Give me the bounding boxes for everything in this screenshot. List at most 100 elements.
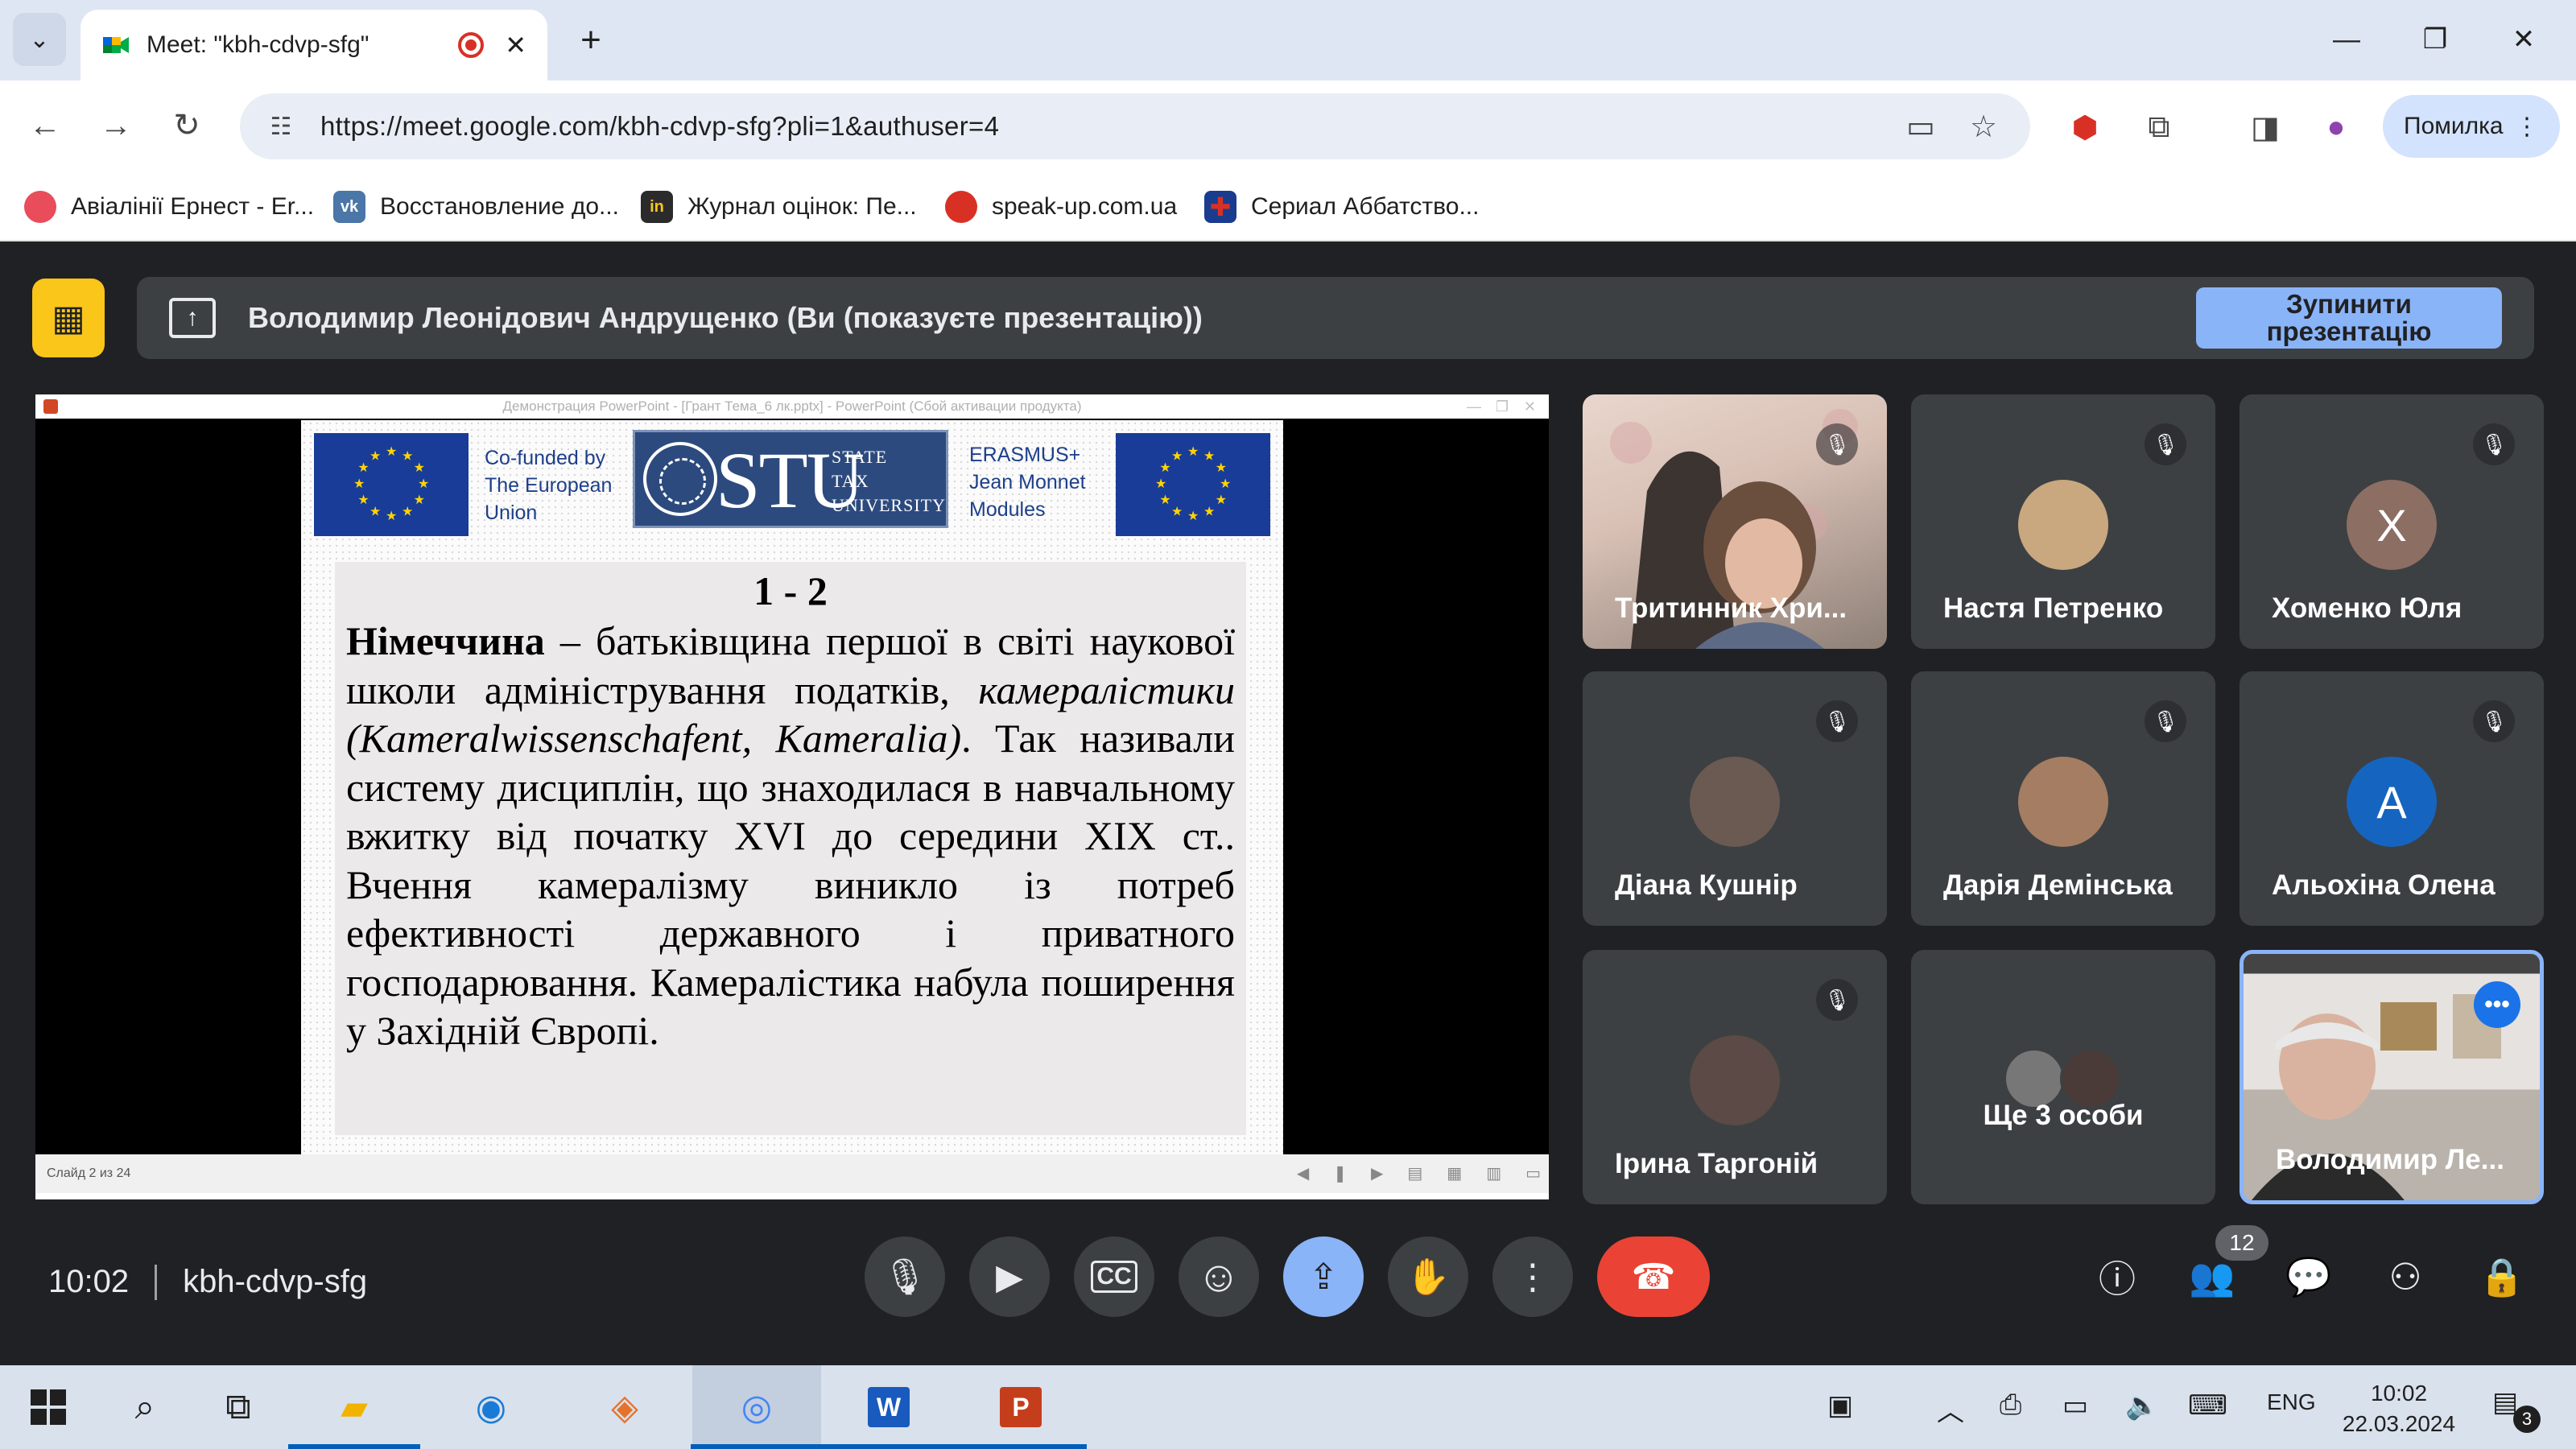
yandex-browser-icon[interactable]: ◈ xyxy=(592,1377,657,1438)
site-info-icon[interactable]: ☷ xyxy=(262,108,299,145)
presentation-hidden-icon[interactable]: ▦ xyxy=(32,279,105,357)
slide-body: Німеччина – батьківщина першої в світі н… xyxy=(346,617,1235,1055)
restore-window-button[interactable]: ❐ xyxy=(2399,11,2471,68)
close-window-button[interactable]: ✕ xyxy=(2487,11,2560,68)
lock-icon: 🔒 xyxy=(2479,1255,2525,1298)
file-explorer-icon[interactable]: ▰ xyxy=(288,1377,420,1449)
eu-star-icon: ★ xyxy=(1159,493,1171,507)
more-options-icon[interactable]: ••• xyxy=(2474,981,2520,1028)
pp-restore-icon: ❐ xyxy=(1495,398,1509,415)
url-text[interactable]: https://meet.google.com/kbh-cdvp-sfg?pli… xyxy=(320,111,1882,142)
stu-sub-line: TAX xyxy=(832,471,869,491)
tab-meet[interactable]: Meet: "kbh-cdvp-sfg" ✕ xyxy=(80,10,547,80)
eu-stars-icon: ★ ★ ★ ★ ★ ★ ★ ★ ★ ★ ★ ★ xyxy=(1153,444,1233,525)
participant-count-badge: 12 xyxy=(2215,1225,2268,1261)
powerpoint-status-bar: Слайд 2 из 24 ◀ ❚ ▶ ▤ ▦ ▥ ▭ xyxy=(35,1154,1549,1193)
cofunded-line: Union xyxy=(485,502,538,524)
address-bar[interactable]: ☷ https://meet.google.com/kbh-cdvp-sfg?p… xyxy=(240,93,2030,159)
mic-muted-icon: 🎙 xyxy=(1816,979,1858,1021)
microphone-button[interactable]: 🎙 xyxy=(865,1236,945,1317)
stop-presenting-label: Зупинити xyxy=(2286,289,2412,319)
camera-button[interactable]: ▶ xyxy=(969,1236,1050,1317)
bookmark-item[interactable]: vk Восстановление до... xyxy=(333,188,619,225)
back-button[interactable]: ← xyxy=(19,100,71,151)
search-icon[interactable]: ⌕ xyxy=(113,1377,177,1438)
participant-tile[interactable]: 🎙 Ірина Таргоній xyxy=(1583,950,1887,1204)
eu-star-icon: ★ xyxy=(413,493,425,507)
new-tab-button[interactable]: + xyxy=(568,18,613,63)
eu-stars-icon: ★ ★ ★ ★ ★ ★ ★ ★ ★ ★ ★ ★ xyxy=(351,444,431,525)
notifications-icon[interactable]: ▤ 3 xyxy=(2492,1386,2541,1433)
more-vert-icon: ⋮ xyxy=(1515,1257,1550,1297)
profile-error-button[interactable]: Помилка ⋮ xyxy=(2383,95,2560,158)
leave-call-button[interactable]: ☎ xyxy=(1597,1236,1710,1317)
participant-tile[interactable]: 🎙 Настя Петренко xyxy=(1911,394,2215,649)
bookmark-item[interactable]: ✚ Сериал Аббатство... xyxy=(1204,188,1479,225)
activities-button[interactable]: ⚇ xyxy=(2373,1245,2438,1309)
participant-tile[interactable]: 🎙 Дарія Демінська xyxy=(1911,671,2215,926)
captions-button[interactable]: CC xyxy=(1074,1236,1154,1317)
camera-in-use-icon[interactable]: ▭ xyxy=(1897,102,1945,151)
mic-muted-icon: 🎙 xyxy=(2145,700,2186,742)
profile-avatar-icon[interactable]: ● xyxy=(2312,103,2360,151)
reactions-button[interactable]: ☺ xyxy=(1179,1236,1259,1317)
more-participants-tile[interactable]: Ще 3 особи xyxy=(1911,950,2215,1204)
bookmark-favicon-icon xyxy=(24,191,56,223)
language-indicator[interactable]: ENG xyxy=(2267,1389,2316,1415)
participant-tile[interactable]: 🎙 Діана Кушнір xyxy=(1583,671,1887,926)
eu-star-icon: ★ xyxy=(1159,461,1171,475)
bookmarks-bar: Авіалінії Ернест - Er... vk Восстановлен… xyxy=(0,172,2576,242)
browser-toolbar: ← → ↻ ☷ https://meet.google.com/kbh-cdvp… xyxy=(0,80,2576,172)
edge-browser-icon[interactable]: ◉ xyxy=(459,1377,523,1438)
start-button[interactable] xyxy=(16,1377,80,1438)
participant-tile[interactable]: 🎙 A Альохіна Олена xyxy=(2240,671,2544,926)
word-icon[interactable]: W xyxy=(823,1377,955,1449)
stu-logo-subtitle: STATE TAX UNIVERSITY xyxy=(832,445,946,518)
close-tab-icon[interactable]: ✕ xyxy=(505,30,526,60)
adblock-extension-icon[interactable]: ⬢ xyxy=(2061,103,2109,151)
news-widget-icon[interactable]: ▣ xyxy=(1827,1389,1853,1422)
participant-tile[interactable]: 🎙 Тритинник Хри... xyxy=(1583,394,1887,649)
side-panel-icon[interactable]: ◨ xyxy=(2241,103,2289,151)
bookmark-item[interactable]: speak-up.com.ua xyxy=(945,188,1177,225)
meeting-details-button[interactable]: ⓘ xyxy=(2085,1245,2149,1309)
taskbar-clock[interactable]: 10:02 22.03.2024 xyxy=(2318,1378,2479,1439)
slide-text-2: . Так називали систему дисциплін, що зна… xyxy=(346,716,1236,1053)
more-options-button[interactable]: ⋮ xyxy=(1492,1236,1573,1317)
meet-favicon-icon xyxy=(101,31,130,60)
task-view-icon[interactable]: ⧉ xyxy=(206,1377,270,1438)
chrome-browser-icon[interactable]: ◎ xyxy=(691,1377,823,1449)
reload-button[interactable]: ↻ xyxy=(161,100,213,151)
host-controls-button[interactable]: 🔒 xyxy=(2470,1245,2534,1309)
presenting-banner: ↑ Володимир Леонідович Андрущенко (Ви (п… xyxy=(137,277,2534,359)
next-slide-icon: ▶ xyxy=(1370,1165,1384,1183)
minimize-window-button[interactable]: — xyxy=(2310,11,2383,68)
eu-star-icon: ★ xyxy=(1171,449,1183,464)
stop-presenting-button[interactable]: Зупинити презентацію xyxy=(2196,287,2502,349)
extensions-puzzle-icon[interactable]: ⧉ xyxy=(2135,103,2183,151)
bookmark-item[interactable]: in Журнал оцінок: Пе... xyxy=(641,188,917,225)
chat-button[interactable]: 💬 xyxy=(2277,1245,2341,1309)
chrome-menu-icon[interactable]: ⋮ xyxy=(2515,113,2539,141)
volume-icon[interactable]: 🔈 xyxy=(2125,1389,2159,1422)
mic-muted-icon: 🎙 xyxy=(1816,423,1858,465)
participant-tile[interactable]: 🎙 Х Хоменко Юля xyxy=(2240,394,2544,649)
keyboard-icon[interactable]: ⌨ xyxy=(2188,1389,2227,1422)
forward-button[interactable]: → xyxy=(90,100,142,151)
present-now-button[interactable]: ⇪ xyxy=(1283,1236,1364,1317)
powerpoint-taskbar-icon[interactable]: P xyxy=(955,1377,1087,1449)
camera-icon: ▶ xyxy=(996,1257,1023,1297)
bookmark-star-icon[interactable]: ☆ xyxy=(1959,102,2008,151)
show-hidden-icons-icon[interactable]: ︿ xyxy=(1937,1389,1964,1429)
info-icon: ⓘ xyxy=(2099,1258,2136,1300)
eu-star-icon: ★ xyxy=(353,477,365,491)
pp-close-icon: ✕ xyxy=(1523,398,1536,415)
bookmark-item[interactable]: Авіалінії Ернест - Er... xyxy=(24,188,314,225)
meet-now-icon[interactable]: ⎙ xyxy=(2000,1389,2021,1421)
sorter-view-icon: ▦ xyxy=(1447,1165,1463,1183)
eu-star-icon: ★ xyxy=(369,505,382,519)
self-tile[interactable]: ••• Володимир Ле... xyxy=(2240,950,2544,1204)
tab-search-button[interactable]: ⌄ xyxy=(13,13,66,66)
raise-hand-button[interactable]: ✋ xyxy=(1388,1236,1468,1317)
battery-icon[interactable]: ▭ xyxy=(2062,1389,2088,1422)
